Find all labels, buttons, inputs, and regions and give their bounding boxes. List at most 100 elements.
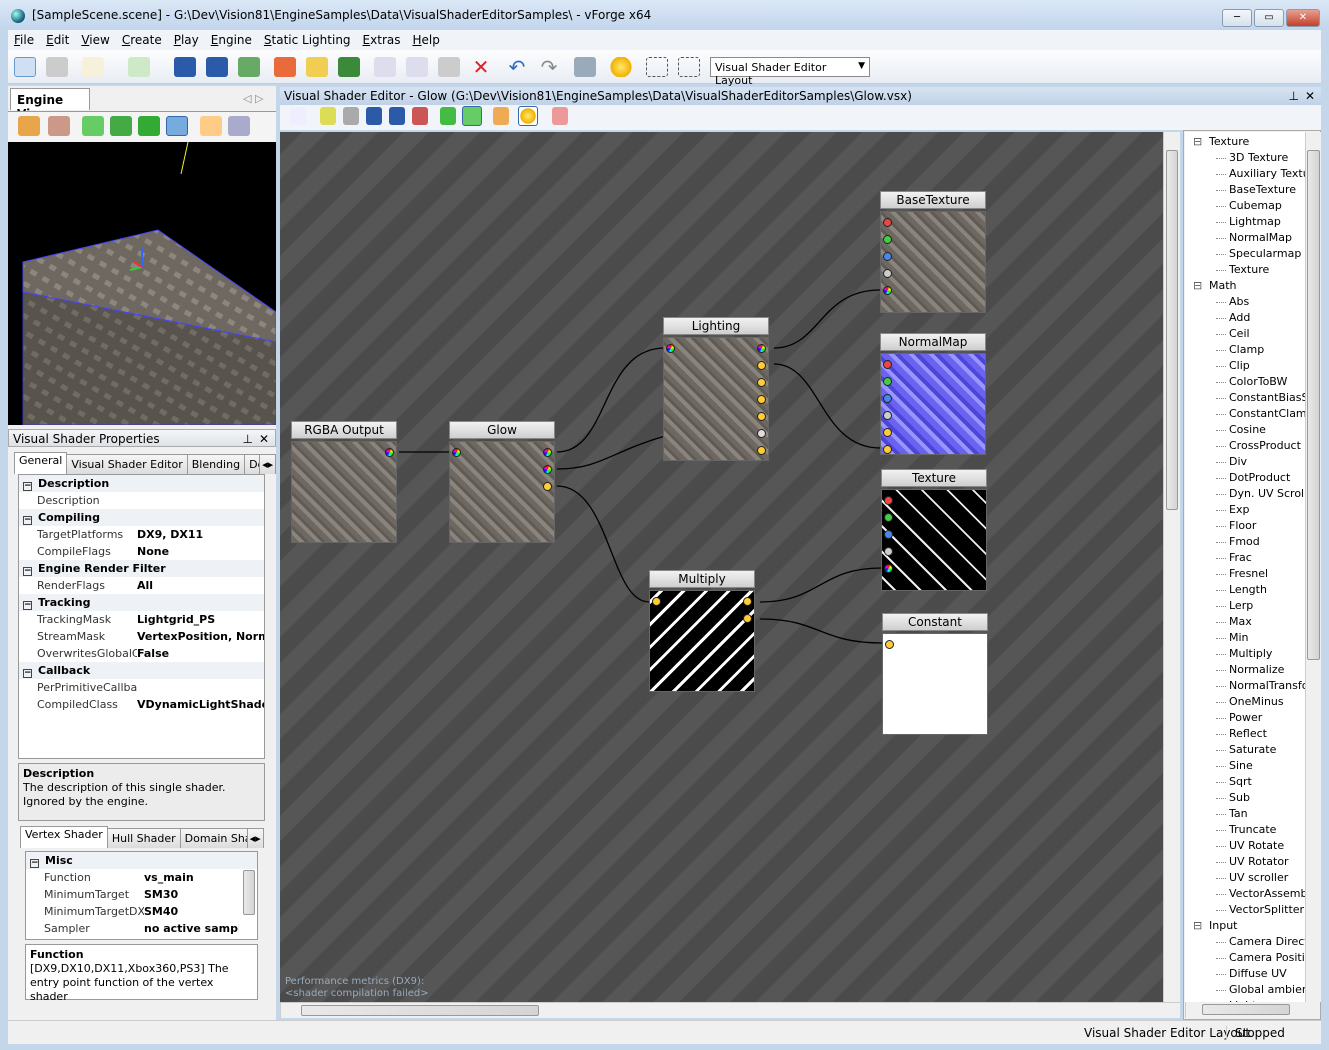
new-shader-icon[interactable] <box>290 107 306 125</box>
tree-item[interactable]: VectorSplitter <box>1185 902 1305 918</box>
output-port[interactable] <box>652 597 661 606</box>
move-camera-icon[interactable] <box>18 116 40 136</box>
property-row[interactable]: Function vs_main <box>26 869 257 886</box>
property-row[interactable]: MinimumTargetDX SM40 <box>26 903 257 920</box>
property-row[interactable]: PerPrimitiveCallbac <box>19 679 264 696</box>
input-port[interactable] <box>385 448 394 457</box>
property-row[interactable]: CompiledClass VDynamicLightShader <box>19 696 264 713</box>
undo-icon[interactable]: ↶ <box>506 57 528 77</box>
tree-item[interactable]: Frac <box>1185 550 1305 566</box>
output-port-b[interactable] <box>883 252 892 261</box>
property-value[interactable]: vs_main <box>144 869 239 886</box>
tab-blending[interactable]: Blending <box>186 454 246 474</box>
property-row[interactable]: StreamMask VertexPosition, Normal <box>19 628 264 645</box>
cut-icon[interactable] <box>374 57 396 77</box>
collapse-icon[interactable]: − <box>23 669 32 678</box>
property-row[interactable]: MinimumTarget SM30 <box>26 886 257 903</box>
misc-scrollbar[interactable] <box>243 870 255 915</box>
node-multiply[interactable]: Multiply <box>649 570 755 692</box>
tree-item[interactable]: Reflect <box>1185 726 1305 742</box>
tree-item[interactable]: Truncate <box>1185 822 1305 838</box>
close-panel-icon[interactable]: ✕ <box>259 432 269 446</box>
property-value[interactable]: VertexPosition, Normal <box>137 628 264 645</box>
tree-item[interactable]: NormalMap <box>1185 230 1305 246</box>
scale-gizmo-icon[interactable] <box>138 116 160 136</box>
export-icon[interactable] <box>412 107 428 125</box>
tree-item[interactable]: Texture <box>1185 262 1305 278</box>
tree-item[interactable]: Exp <box>1185 502 1305 518</box>
property-value[interactable]: False <box>137 645 264 662</box>
tree-item[interactable]: Diffuse UV <box>1185 966 1305 982</box>
input-port[interactable] <box>757 395 766 404</box>
compile-icon[interactable] <box>440 107 456 125</box>
node-lighting[interactable]: Lighting <box>663 317 769 461</box>
camera-icon[interactable] <box>48 116 70 136</box>
output-port-r[interactable] <box>884 496 893 505</box>
minimize-button[interactable]: ─ <box>1222 9 1252 27</box>
tree-item[interactable]: ConstantBiasScale <box>1185 390 1305 406</box>
tree-item[interactable]: Clip <box>1185 358 1305 374</box>
tree-item[interactable]: BaseTexture <box>1185 182 1305 198</box>
tree-item[interactable]: Dyn. UV Scroller <box>1185 486 1305 502</box>
node-graph-canvas[interactable]: RGBA Output Glow Lighting BaseTexture No… <box>280 132 1163 1002</box>
tab-scroll-arrows[interactable]: ◂▸ <box>246 828 264 848</box>
tree-item[interactable]: ColorToBW <box>1185 374 1305 390</box>
output-port[interactable] <box>883 445 892 454</box>
property-value[interactable]: VDynamicLightShader <box>137 696 264 713</box>
tree-item[interactable]: Camera Direction <box>1185 934 1305 950</box>
output-port-rgba[interactable] <box>884 564 893 573</box>
redo-icon[interactable]: ↷ <box>538 57 560 77</box>
pin-icon[interactable]: ⊥ <box>1289 89 1299 103</box>
tree-item[interactable]: UV Rotate <box>1185 838 1305 854</box>
tab-hull-shader[interactable]: Hull Shader <box>106 828 181 848</box>
property-row[interactable]: TargetPlatforms DX9, DX11 <box>19 526 264 543</box>
close-editor-icon[interactable]: ✕ <box>1305 89 1315 103</box>
output-port[interactable] <box>885 640 894 649</box>
tree-item[interactable]: Add <box>1185 310 1305 326</box>
tree-group[interactable]: Input <box>1185 918 1305 934</box>
maximize-button[interactable]: ▭ <box>1254 9 1284 27</box>
menu-extras[interactable]: Extras <box>357 30 407 50</box>
tree-item[interactable]: Clamp <box>1185 342 1305 358</box>
input-port[interactable] <box>743 597 752 606</box>
pin-icon[interactable]: ⊥ <box>243 432 253 446</box>
import-icon[interactable] <box>128 57 150 77</box>
save-as-icon[interactable] <box>366 107 382 125</box>
output-port-rgba[interactable] <box>883 286 892 295</box>
menu-engine[interactable]: Engine <box>205 30 258 50</box>
pick-icon[interactable] <box>200 116 222 136</box>
group-misc[interactable]: − Misc <box>26 852 257 869</box>
collapse-icon[interactable]: − <box>23 516 32 525</box>
property-group[interactable]: − Description <box>19 475 264 492</box>
input-port[interactable] <box>757 378 766 387</box>
tree-item[interactable]: Normalize <box>1185 662 1305 678</box>
property-group[interactable]: − Compiling <box>19 509 264 526</box>
output-port-a[interactable] <box>883 269 892 278</box>
tab-scroll-arrows[interactable]: ◂▸ <box>259 454 277 474</box>
tree-item[interactable]: OneMinus <box>1185 694 1305 710</box>
tree-horizontal-scrollbar[interactable] <box>1185 1002 1305 1018</box>
node-constant[interactable]: Constant <box>882 613 988 735</box>
tree-item[interactable]: UV Rotator <box>1185 854 1305 870</box>
output-port-b[interactable] <box>884 530 893 539</box>
select-icon[interactable] <box>166 116 188 136</box>
property-value[interactable]: All <box>137 577 264 594</box>
tree-item[interactable]: Ceil <box>1185 326 1305 342</box>
property-row[interactable]: OverwritesGlobalC False <box>19 645 264 662</box>
input-port[interactable] <box>543 448 552 457</box>
lightbulb-icon[interactable] <box>518 106 538 126</box>
input-port[interactable] <box>757 412 766 421</box>
output-port-g[interactable] <box>883 235 892 244</box>
node-normalmap[interactable]: NormalMap <box>880 333 986 455</box>
tree-item[interactable]: ConstantClamp <box>1185 406 1305 422</box>
tree-item[interactable]: DotProduct <box>1185 470 1305 486</box>
tree-item[interactable]: Fresnel <box>1185 566 1305 582</box>
tree-item[interactable]: Power <box>1185 710 1305 726</box>
export-icon[interactable] <box>238 57 260 77</box>
binoculars-icon[interactable] <box>574 57 596 77</box>
scroll-thumb[interactable] <box>1166 150 1178 510</box>
pencil-icon[interactable] <box>493 107 509 125</box>
tree-vertical-scrollbar[interactable] <box>1305 132 1321 1002</box>
property-value[interactable]: DX9, DX11 <box>137 526 264 543</box>
tree-item[interactable]: Fmod <box>1185 534 1305 550</box>
